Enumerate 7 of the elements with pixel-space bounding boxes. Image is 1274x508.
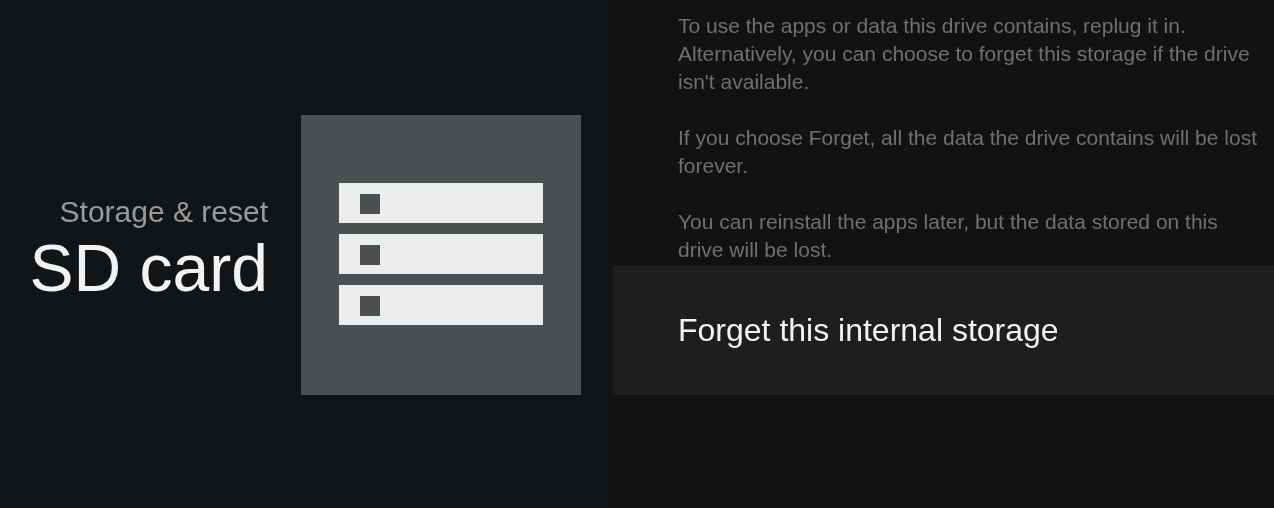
forget-storage-option[interactable]: Forget this internal storage [613, 266, 1274, 395]
storage-icon [301, 115, 581, 395]
breadcrumb: Storage & reset [59, 194, 268, 230]
description-text: You can reinstall the apps later, but the data stored on this drive will be lost. [678, 209, 1219, 263]
description-text: If you choose Forget, all the data the drive contains will be lost forever. [678, 125, 1258, 179]
page-title: SD card [29, 230, 268, 306]
description-text: To use the apps or data this drive contains, replug it in. Alternatively, you can choose to forget this storage if the drive isn't available. [678, 13, 1251, 95]
